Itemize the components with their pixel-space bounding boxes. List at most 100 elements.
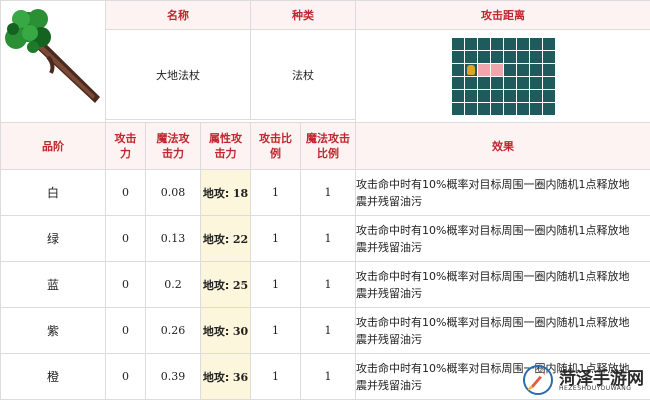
range-empty-cell (477, 76, 490, 89)
range-empty-cell (490, 76, 503, 89)
range-header: 攻击距离 (355, 0, 650, 30)
table-row: 蓝 0 0.2 地攻: 25 1 1 攻击命中时有10%概率对目标周围一圈内随机… (0, 261, 650, 308)
range-empty-cell (503, 76, 516, 89)
range-empty-cell (490, 50, 503, 63)
range-empty-cell (451, 50, 464, 63)
range-empty-cell (516, 89, 529, 102)
rocket-logo-icon (523, 365, 553, 395)
range-target-cell (490, 63, 503, 76)
attr-cell: 地攻: 22 (199, 215, 252, 262)
range-empty-cell (516, 76, 529, 89)
range-empty-cell (542, 50, 555, 63)
magic-ratio-cell: 1 (300, 169, 357, 216)
range-empty-cell (542, 102, 555, 115)
col-grade-header: 品阶 (0, 122, 106, 170)
item-name: 大地法杖 (104, 29, 252, 120)
attack-cell: 0 (105, 169, 146, 216)
watermark: 菏泽手游网 HEZESHOUYOUWANG (521, 364, 646, 396)
magic-cell: 0.13 (145, 215, 201, 262)
range-empty-cell (490, 89, 503, 102)
grade-cell: 橙 (0, 353, 106, 400)
item-type: 法杖 (250, 29, 357, 120)
range-empty-cell (529, 102, 542, 115)
attr-cell: 地攻: 18 (199, 169, 252, 216)
range-empty-cell (529, 37, 542, 50)
atk-ratio-cell: 1 (250, 307, 302, 354)
col-attack-header: 攻击力 (105, 122, 146, 170)
range-empty-cell (451, 102, 464, 115)
effect-cell: 攻击命中时有10%概率对目标周围一圈内随机1点释放地 震并残留油污 (355, 261, 650, 308)
table-row: 白 0 0.08 地攻: 18 1 1 攻击命中时有10%概率对目标周围一圈内随… (0, 169, 650, 216)
range-empty-cell (451, 37, 464, 50)
magic-cell: 0.2 (145, 261, 201, 308)
atk-ratio-cell: 1 (250, 261, 302, 308)
effect-cell: 攻击命中时有10%概率对目标周围一圈内随机1点释放地 震并残留油污 (355, 215, 650, 262)
range-empty-cell (516, 37, 529, 50)
range-empty-cell (477, 50, 490, 63)
attr-cell: 地攻: 36 (199, 353, 252, 400)
atk-ratio-cell: 1 (250, 215, 302, 262)
range-empty-cell (542, 76, 555, 89)
range-empty-cell (490, 37, 503, 50)
table-row: 紫 0 0.26 地攻: 30 1 1 攻击命中时有10%概率对目标周围一圈内随… (0, 307, 650, 354)
range-empty-cell (477, 89, 490, 102)
attack-cell: 0 (105, 353, 146, 400)
table-row: 绿 0 0.13 地攻: 22 1 1 攻击命中时有10%概率对目标周围一圈内随… (0, 215, 650, 262)
range-empty-cell (516, 50, 529, 63)
attack-cell: 0 (105, 307, 146, 354)
attack-range-grid (451, 37, 555, 115)
range-empty-cell (503, 37, 516, 50)
range-empty-cell (542, 63, 555, 76)
magic-ratio-cell: 1 (300, 215, 357, 262)
range-empty-cell (464, 37, 477, 50)
name-header: 名称 (104, 0, 252, 30)
range-target-cell (477, 63, 490, 76)
type-header: 种类 (250, 0, 357, 30)
magic-cell: 0.39 (145, 353, 201, 400)
range-empty-cell (529, 50, 542, 63)
effect-cell: 攻击命中时有10%概率对目标周围一圈内随机1点释放地 震并残留油污 (355, 307, 650, 354)
range-empty-cell (477, 102, 490, 115)
magic-cell: 0.08 (145, 169, 201, 216)
attack-cell: 0 (105, 261, 146, 308)
range-empty-cell (529, 89, 542, 102)
range-empty-cell (490, 102, 503, 115)
range-empty-cell (529, 76, 542, 89)
atk-ratio-cell: 1 (250, 353, 302, 400)
range-empty-cell (464, 50, 477, 63)
range-self-cell (464, 63, 477, 76)
atk-ratio-cell: 1 (250, 169, 302, 216)
col-effect-header: 效果 (355, 122, 650, 170)
range-grid-cell (355, 29, 650, 123)
magic-ratio-cell: 1 (300, 307, 357, 354)
range-empty-cell (464, 76, 477, 89)
range-empty-cell (451, 63, 464, 76)
effect-cell: 攻击命中时有10%概率对目标周围一圈内随机1点释放地 震并残留油污 (355, 169, 650, 216)
range-empty-cell (464, 89, 477, 102)
magic-ratio-cell: 1 (300, 261, 357, 308)
item-icon-cell (0, 0, 106, 123)
range-empty-cell (503, 102, 516, 115)
weapon-table: 名称 种类 攻击距离 大地法杖 法杖 品阶 攻击力 魔法攻 击力 属性攻 击力 攻击… (0, 0, 650, 400)
range-empty-cell (516, 102, 529, 115)
weapon-info-page: 名称 种类 攻击距离 大地法杖 法杖 品阶 攻击力 魔法攻 击力 属性攻 击力 攻击… (0, 0, 650, 400)
grade-cell: 紫 (0, 307, 106, 354)
range-empty-cell (503, 50, 516, 63)
attr-cell: 地攻: 25 (199, 261, 252, 308)
grade-cell: 白 (0, 169, 106, 216)
grade-cell: 绿 (0, 215, 106, 262)
magic-ratio-cell: 1 (300, 353, 357, 400)
range-empty-cell (477, 37, 490, 50)
grade-cell: 蓝 (0, 261, 106, 308)
col-atk-ratio-header: 攻击比例 (250, 122, 302, 170)
range-empty-cell (451, 76, 464, 89)
range-empty-cell (451, 89, 464, 102)
range-empty-cell (516, 63, 529, 76)
range-empty-cell (503, 89, 516, 102)
range-empty-cell (529, 63, 542, 76)
attack-cell: 0 (105, 215, 146, 262)
range-empty-cell (542, 37, 555, 50)
earth-staff-icon (5, 9, 100, 103)
range-empty-cell (542, 89, 555, 102)
col-magic-ratio-header: 魔法攻击 比例 (300, 122, 357, 170)
